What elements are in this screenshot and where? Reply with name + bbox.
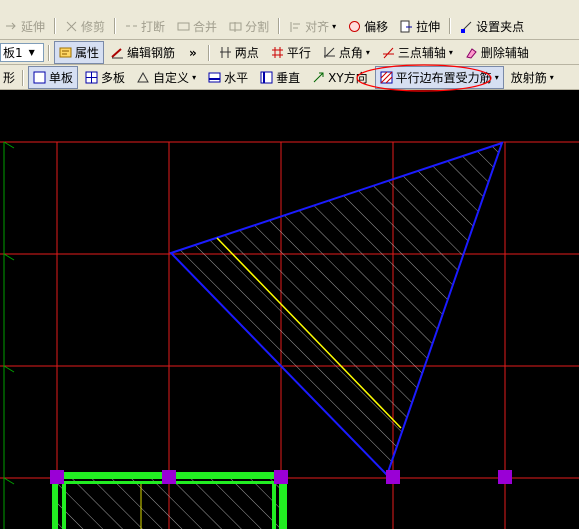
delete-axis-label: 删除辅轴 bbox=[480, 46, 529, 60]
align-icon bbox=[289, 20, 302, 33]
offset-button[interactable]: 偏移 bbox=[343, 15, 393, 38]
chevron-down-icon: ▼ bbox=[28, 48, 35, 57]
point-angle-axis-button[interactable]: 点角 ▾ bbox=[318, 41, 375, 64]
separator bbox=[48, 44, 50, 61]
extend-icon bbox=[5, 20, 18, 33]
edit-rebar-label: 编辑钢筋 bbox=[127, 46, 176, 60]
vertical-label: 垂直 bbox=[276, 71, 301, 85]
slab-select[interactable]: 板1 ▼ bbox=[0, 43, 44, 62]
radial-rebar-label: 放射筋 bbox=[510, 71, 547, 85]
single-slab-button[interactable]: 单板 bbox=[28, 66, 79, 89]
three-point-axis-button[interactable]: 三点辅轴 ▾ bbox=[377, 41, 458, 64]
extend-button[interactable]: 延伸 bbox=[0, 15, 50, 38]
separator bbox=[22, 69, 25, 86]
stretch-button[interactable]: 拉伸 bbox=[395, 15, 445, 38]
multi-slab-label: 多板 bbox=[101, 71, 126, 85]
edit-rebar-button[interactable]: 编辑钢筋 bbox=[106, 41, 180, 64]
set-grip-label: 设置夹点 bbox=[476, 19, 525, 34]
merge-label: 合并 bbox=[193, 19, 218, 34]
eraser-icon bbox=[465, 46, 478, 59]
multi-slab-button[interactable]: 多板 bbox=[80, 66, 130, 89]
align-button[interactable]: 对齐 ▾ bbox=[284, 15, 341, 38]
vertical-icon bbox=[260, 71, 273, 84]
set-grip-button[interactable]: 设置夹点 bbox=[455, 15, 529, 38]
horizontal-icon bbox=[208, 71, 221, 84]
rebar-layout-toolbar: 形 单板 多板 自定义 ▾ 水平 垂直 XY方向 平行边布置受力筋 ▾ 放射筋 … bbox=[0, 65, 579, 90]
grip-point bbox=[498, 470, 512, 484]
stretch-label: 拉伸 bbox=[416, 19, 441, 34]
grip-point-icon bbox=[460, 20, 473, 33]
three-point-axis-label: 三点辅轴 bbox=[397, 46, 446, 60]
separator bbox=[114, 18, 117, 34]
two-points-icon bbox=[219, 46, 232, 59]
parallel-label: 平行 bbox=[286, 46, 311, 60]
single-slab-label: 单板 bbox=[49, 71, 74, 85]
properties-button[interactable]: 属性 bbox=[54, 41, 105, 64]
trim-button[interactable]: 修剪 bbox=[60, 15, 110, 38]
split-label: 分割 bbox=[245, 19, 270, 34]
separator bbox=[54, 18, 57, 34]
properties-icon bbox=[59, 46, 72, 59]
separator bbox=[449, 18, 452, 34]
chevron-down-icon: ▾ bbox=[448, 48, 453, 57]
stretch-icon bbox=[400, 20, 413, 33]
align-label: 对齐 bbox=[305, 19, 330, 34]
edit-toolbar: 延伸 修剪 打断 合并 分割 对齐 ▾ 偏移 拉伸 设置夹点 bbox=[0, 0, 579, 40]
shape-label-fragment: 形 bbox=[0, 66, 18, 89]
separator bbox=[207, 44, 210, 61]
horizontal-label: 水平 bbox=[224, 71, 249, 85]
trim-label: 修剪 bbox=[81, 19, 106, 34]
edit-rebar-icon bbox=[111, 46, 124, 59]
parallel-axis-button[interactable]: 平行 bbox=[266, 41, 316, 64]
grip-point bbox=[162, 470, 176, 484]
extend-label: 延伸 bbox=[21, 19, 46, 34]
point-angle-label: 点角 bbox=[338, 46, 363, 60]
scissors-icon bbox=[65, 20, 78, 33]
break-button[interactable]: 打断 bbox=[120, 15, 170, 38]
grip-point bbox=[386, 470, 400, 484]
grip-point bbox=[50, 470, 64, 484]
two-points-label: 两点 bbox=[234, 46, 259, 60]
single-slab-icon bbox=[33, 71, 46, 84]
three-point-axis-icon bbox=[382, 46, 395, 59]
parallel-icon bbox=[271, 46, 284, 59]
merge-icon bbox=[177, 20, 190, 33]
vertical-button[interactable]: 垂直 bbox=[255, 66, 305, 89]
split-icon bbox=[229, 20, 242, 33]
offset-icon bbox=[348, 20, 361, 33]
chevron-down-icon: ▾ bbox=[494, 73, 499, 82]
offset-label: 偏移 bbox=[364, 19, 389, 34]
two-points-axis-button[interactable]: 两点 bbox=[214, 41, 264, 64]
chevron-down-icon: ▾ bbox=[332, 21, 337, 31]
break-label: 打断 bbox=[141, 19, 166, 34]
chevron-down-icon: ▾ bbox=[192, 73, 197, 82]
more-button[interactable]: » bbox=[182, 41, 204, 64]
point-angle-icon bbox=[323, 46, 336, 59]
drawing-canvas[interactable] bbox=[0, 90, 579, 529]
chevron-down-icon: ▾ bbox=[549, 73, 554, 82]
radial-rebar-button[interactable]: 放射筋 ▾ bbox=[506, 66, 559, 89]
axis-ticks bbox=[3, 141, 15, 529]
horizontal-button[interactable]: 水平 bbox=[203, 66, 253, 89]
custom-icon bbox=[137, 71, 150, 84]
more-label: » bbox=[189, 45, 197, 60]
slab-toolbar: 板1 ▼ 属性 编辑钢筋 » 两点 平行 点角 ▾ 三点辅轴 ▾ 删除辅轴 bbox=[0, 40, 579, 65]
delete-axis-button[interactable]: 删除辅轴 bbox=[460, 41, 534, 64]
split-button[interactable]: 分割 bbox=[224, 15, 274, 38]
custom-label: 自定义 bbox=[153, 71, 190, 85]
chevron-down-icon: ▾ bbox=[365, 48, 370, 57]
custom-button[interactable]: 自定义 ▾ bbox=[132, 66, 201, 89]
slab-select-value: 板1 bbox=[3, 46, 23, 60]
multi-slab-icon bbox=[85, 71, 98, 84]
separator bbox=[278, 18, 281, 34]
grip-point bbox=[274, 470, 288, 484]
xy-direction-icon bbox=[312, 71, 325, 84]
shape-prefix-text: 形 bbox=[3, 71, 16, 85]
break-icon bbox=[125, 20, 138, 33]
properties-label: 属性 bbox=[75, 46, 100, 60]
merge-button[interactable]: 合并 bbox=[172, 15, 222, 38]
triangular-slab[interactable] bbox=[169, 141, 504, 477]
